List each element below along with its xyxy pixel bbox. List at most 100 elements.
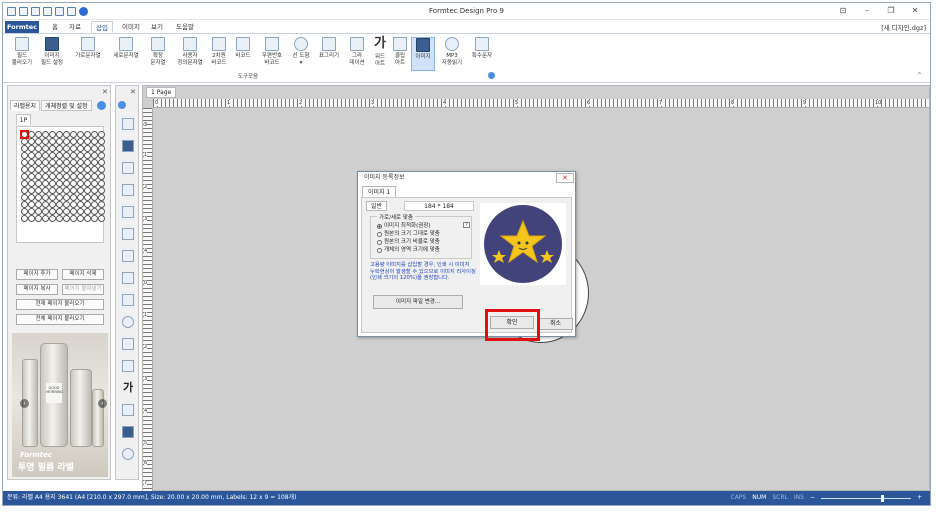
label-cell[interactable] <box>21 201 28 208</box>
panel-close-icon[interactable]: ✕ <box>102 88 108 96</box>
label-cell[interactable] <box>28 215 35 222</box>
label-cell[interactable] <box>91 215 98 222</box>
copy-page-button[interactable]: 페이지 복사 <box>16 284 58 295</box>
label-cell[interactable] <box>28 187 35 194</box>
delete-page-button[interactable]: 페이지 삭제 <box>62 269 104 280</box>
tab-object-align[interactable]: 개체정렬 및 설정 <box>41 100 92 111</box>
label-cell[interactable] <box>70 138 77 145</box>
zoom-in-button[interactable]: + <box>917 491 922 505</box>
zoom-slider[interactable] <box>820 494 911 502</box>
label-cell[interactable] <box>63 180 70 187</box>
label-cell[interactable] <box>35 159 42 166</box>
label-cell[interactable] <box>70 194 77 201</box>
label-cell[interactable] <box>91 138 98 145</box>
tool-field-icon[interactable] <box>122 118 134 130</box>
label-cell[interactable] <box>49 201 56 208</box>
label-cell[interactable] <box>63 215 70 222</box>
label-cell[interactable] <box>49 215 56 222</box>
label-cell[interactable] <box>63 152 70 159</box>
label-cell[interactable] <box>28 173 35 180</box>
toolbar-close-icon[interactable]: ✕ <box>130 88 136 96</box>
label-cell[interactable] <box>63 194 70 201</box>
label-cell[interactable] <box>35 201 42 208</box>
zoom-out-button[interactable]: − <box>810 491 815 505</box>
tool-word-art-icon[interactable]: 가 <box>122 382 134 394</box>
radio-icon[interactable] <box>377 239 382 245</box>
label-cell[interactable] <box>21 152 28 159</box>
label-cell[interactable] <box>21 138 28 145</box>
minimize-button[interactable]: – <box>860 5 874 17</box>
label-cell[interactable] <box>56 208 63 215</box>
image-field-settings-button[interactable]: 이미지 필드 설정 <box>39 37 65 66</box>
label-cell[interactable] <box>49 208 56 215</box>
label-cell[interactable] <box>77 187 84 194</box>
maximize-button[interactable]: ❐ <box>884 5 898 17</box>
special-character-button[interactable]: 특수문자 <box>469 37 495 60</box>
label-cell[interactable] <box>98 145 105 152</box>
label-cell[interactable] <box>91 208 98 215</box>
label-cell[interactable] <box>77 215 84 222</box>
label-cell[interactable] <box>77 131 84 138</box>
label-cell[interactable] <box>21 180 28 187</box>
tool-vertical-text-icon[interactable] <box>122 184 134 196</box>
tab-label-paper[interactable]: 라벨용지 <box>10 100 41 111</box>
label-cell[interactable] <box>91 131 98 138</box>
label-cell[interactable] <box>98 159 105 166</box>
promo-next-icon[interactable]: › <box>98 399 107 408</box>
tab-home[interactable]: 홈 <box>49 21 61 33</box>
tool-postal-barcode-icon[interactable] <box>122 294 134 306</box>
label-cell[interactable] <box>98 180 105 187</box>
label-cell[interactable] <box>56 180 63 187</box>
dialog-close-button[interactable]: ✕ <box>556 173 574 183</box>
label-cell[interactable] <box>56 194 63 201</box>
label-cell[interactable] <box>63 145 70 152</box>
label-cell[interactable] <box>21 187 28 194</box>
label-cell[interactable] <box>91 187 98 194</box>
tool-barcode-icon[interactable] <box>122 272 134 284</box>
option-original-size[interactable]: 원본의 크기 그대로 맞춤 <box>377 231 440 237</box>
label-cell[interactable] <box>21 166 28 173</box>
label-cell[interactable] <box>70 187 77 194</box>
label-cell[interactable] <box>42 208 49 215</box>
label-cell[interactable] <box>98 173 105 180</box>
label-cell[interactable] <box>84 138 91 145</box>
label-cell[interactable] <box>42 159 49 166</box>
word-art-button[interactable]: 가 워드 아트 <box>371 37 389 67</box>
label-cell[interactable] <box>42 152 49 159</box>
label-cell[interactable] <box>56 201 63 208</box>
label-cell[interactable] <box>70 166 77 173</box>
label-cell[interactable] <box>84 166 91 173</box>
label-cell[interactable] <box>35 131 42 138</box>
label-cell[interactable] <box>70 173 77 180</box>
label-cell[interactable] <box>35 145 42 152</box>
qr-code-button[interactable]: 2차원 바코드 <box>209 37 229 66</box>
tool-image-icon[interactable] <box>122 426 134 438</box>
label-cell[interactable] <box>84 201 91 208</box>
ribbon-expand-icon[interactable] <box>488 72 495 79</box>
label-sheet-preview[interactable] <box>16 126 105 243</box>
label-cell[interactable] <box>21 173 28 180</box>
add-page-button[interactable]: 페이지 추가 <box>16 269 58 280</box>
label-cell[interactable] <box>77 208 84 215</box>
option-help-button[interactable]: ? <box>463 222 470 228</box>
label-cell[interactable] <box>28 131 35 138</box>
tab-formtec[interactable]: Formtec <box>5 21 39 33</box>
label-cell[interactable] <box>91 173 98 180</box>
label-cell[interactable] <box>84 187 91 194</box>
label-cell[interactable] <box>84 131 91 138</box>
label-cell[interactable] <box>63 201 70 208</box>
label-cell[interactable] <box>35 152 42 159</box>
promo-banner[interactable]: GOOD MORNING ‹ › Formtec 투명 필름 라벨 <box>12 333 108 477</box>
label-cell[interactable] <box>98 131 105 138</box>
label-cell[interactable] <box>49 180 56 187</box>
label-cell[interactable] <box>49 194 56 201</box>
label-cell[interactable] <box>56 138 63 145</box>
label-cell[interactable] <box>77 159 84 166</box>
radio-icon[interactable] <box>377 247 382 253</box>
label-cell[interactable] <box>70 180 77 187</box>
paste-page-button[interactable]: 페이지 붙여넣기 <box>62 284 104 295</box>
tool-gradation-icon[interactable] <box>122 360 134 372</box>
label-cell[interactable] <box>49 159 56 166</box>
tab-insert[interactable]: 삽입 <box>91 21 113 33</box>
tool-clip-art-icon[interactable] <box>122 404 134 416</box>
